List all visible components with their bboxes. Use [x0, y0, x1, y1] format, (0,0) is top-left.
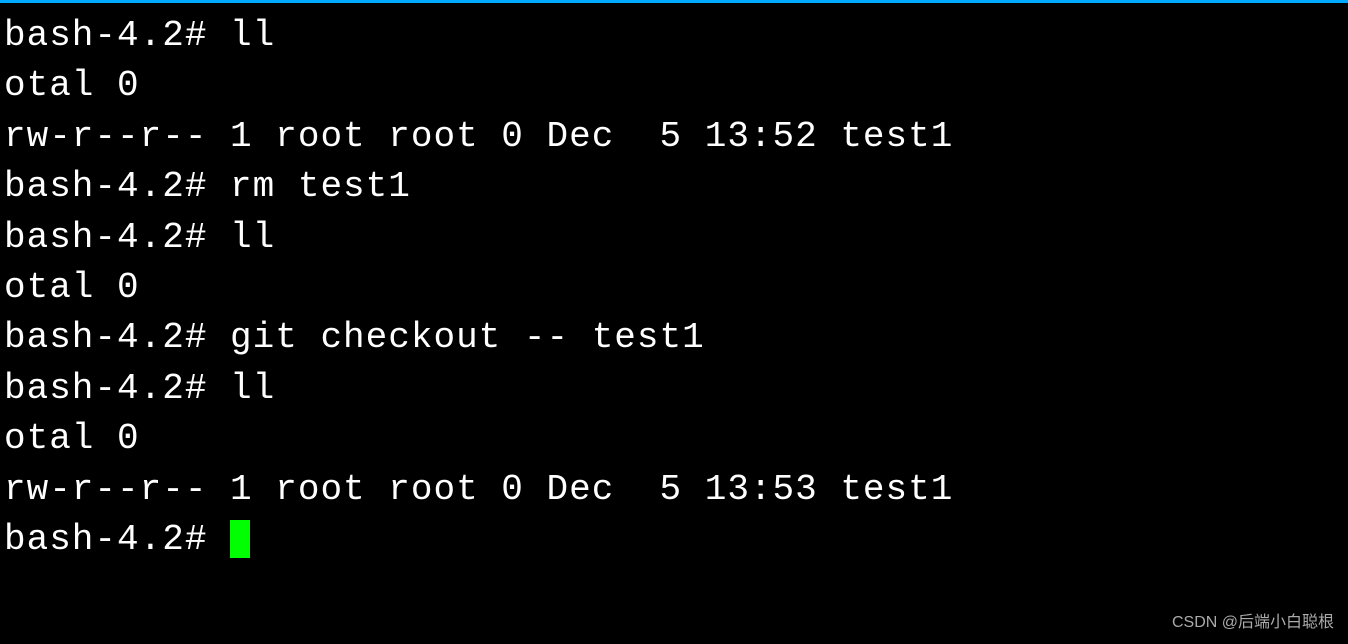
terminal-line: rw-r--r-- 1 root root 0 Dec 5 13:53 test… — [4, 465, 1348, 515]
terminal-line: bash-4.2# ll — [4, 11, 1348, 61]
watermark-text: CSDN @后端小白聪根 — [1172, 612, 1334, 634]
terminal-prompt: bash-4.2# — [4, 519, 230, 560]
terminal-line: bash-4.2# git checkout -- test1 — [4, 313, 1348, 363]
terminal-line: otal 0 — [4, 414, 1348, 464]
terminal-line: bash-4.2# ll — [4, 213, 1348, 263]
terminal-line: bash-4.2# rm test1 — [4, 162, 1348, 212]
terminal-line: bash-4.2# ll — [4, 364, 1348, 414]
cursor-icon — [230, 520, 250, 558]
terminal-line: otal 0 — [4, 263, 1348, 313]
terminal-prompt-line[interactable]: bash-4.2# — [4, 515, 1348, 565]
terminal-line: rw-r--r-- 1 root root 0 Dec 5 13:52 test… — [4, 112, 1348, 162]
terminal-line: otal 0 — [4, 61, 1348, 111]
terminal-window[interactable]: bash-4.2# ll otal 0 rw-r--r-- 1 root roo… — [0, 3, 1348, 565]
